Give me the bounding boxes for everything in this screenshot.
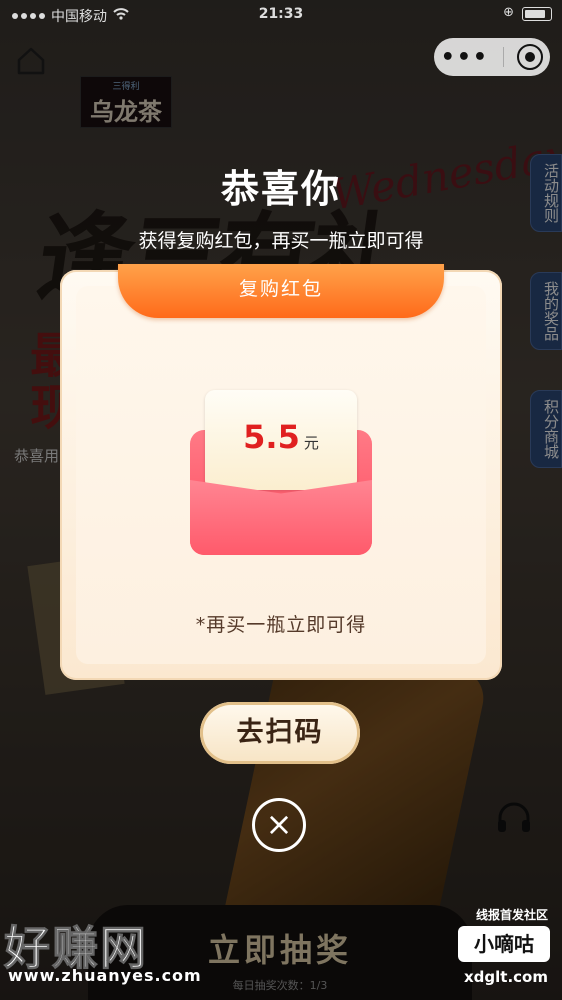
congrats-subline: 获得复购红包，再买一瓶立即可得 [138, 230, 424, 252]
reward-note: *再买一瓶立即可得 [195, 614, 367, 636]
envelope-card: 5.5 元 [205, 390, 357, 490]
status-time: 21:33 [258, 6, 304, 22]
battery-icon [522, 7, 552, 21]
scan-code-button[interactable]: 去扫码 [200, 702, 360, 764]
home-icon[interactable] [14, 44, 50, 80]
congrats-headline: 恭喜你 [220, 167, 341, 211]
capsule-divider [502, 47, 504, 67]
status-bar: 中国移动 21:33 ⊕ [0, 0, 562, 30]
reward-amount-value: 5.5 [243, 418, 300, 456]
reward-amount: 5.5 元 [205, 418, 357, 456]
watermark-right-box: 小嘀咕 [458, 926, 550, 962]
watermark-right-url: xdglt.com [464, 968, 548, 986]
watermark-right-top: 线报首发社区 [475, 908, 548, 922]
reward-ribbon: 复购红包 [118, 264, 444, 318]
reward-modal: 复购红包 5.5 元 *再买一瓶立即可得 [60, 264, 502, 680]
watermark-left-url: www.zhuanyes.com [8, 966, 202, 985]
red-envelope: 5.5 元 [190, 390, 372, 555]
close-miniprogram-icon[interactable] [517, 44, 544, 70]
miniprogram-capsule: ••• [434, 38, 550, 76]
orientation-lock-icon: ⊕ [503, 5, 514, 20]
reward-amount-unit: 元 [303, 434, 319, 452]
close-modal-icon[interactable]: × [252, 798, 306, 852]
more-icon[interactable]: ••• [441, 45, 489, 70]
